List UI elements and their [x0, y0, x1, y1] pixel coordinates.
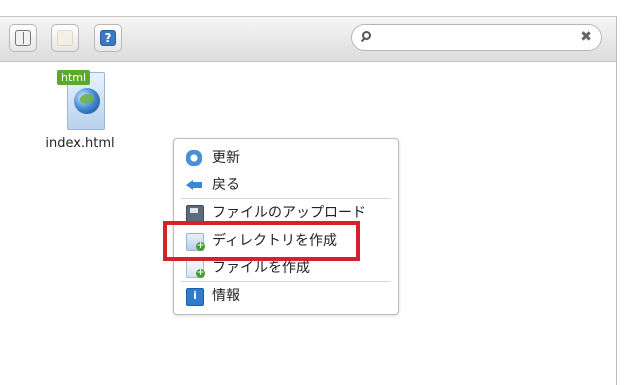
- info-icon: i: [186, 288, 204, 306]
- help-button[interactable]: ?: [94, 24, 122, 52]
- menu-item-label: 更新: [212, 150, 240, 166]
- html-file-icon: html: [57, 68, 105, 130]
- menu-separator: [181, 281, 391, 282]
- highlight-box: [163, 221, 360, 261]
- lock-button[interactable]: [51, 24, 79, 52]
- menu-item-label: 情報: [212, 288, 240, 304]
- close-icon[interactable]: ✖: [580, 29, 592, 45]
- lock-icon: [57, 30, 73, 46]
- menu-item-info[interactable]: i 情報: [174, 283, 398, 309]
- menu-item-label: 戻る: [212, 177, 240, 193]
- book-icon: [15, 30, 31, 46]
- globe-icon: [74, 88, 100, 114]
- help-icon: ?: [100, 30, 116, 46]
- book-button[interactable]: [9, 24, 37, 52]
- search-box[interactable]: ✖: [351, 24, 602, 51]
- menu-item-reload[interactable]: 更新: [174, 145, 398, 171]
- file-name: index.html: [45, 136, 115, 151]
- menu-item-back[interactable]: 戻る: [174, 172, 398, 198]
- file-item[interactable]: html index.html: [40, 68, 120, 151]
- new-file-icon: +: [186, 260, 205, 278]
- search-input[interactable]: [380, 28, 574, 48]
- search-icon: [362, 31, 371, 40]
- back-arrow-icon: [186, 177, 202, 193]
- file-type-badge: html: [57, 70, 91, 85]
- menu-separator: [181, 198, 391, 199]
- reload-icon: [186, 150, 202, 166]
